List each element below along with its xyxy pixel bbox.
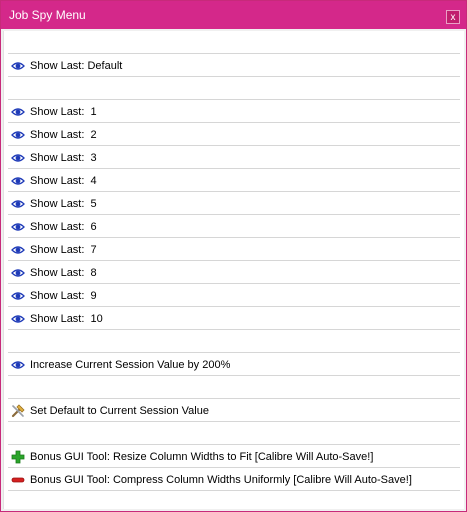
separator bbox=[8, 329, 460, 330]
eye-icon bbox=[10, 242, 26, 258]
menu-item-show-last-3[interactable]: Show Last: 3 bbox=[8, 147, 460, 169]
separator bbox=[8, 283, 460, 284]
separator bbox=[8, 375, 460, 376]
menu-item-label: Show Last: Default bbox=[30, 60, 123, 72]
menu-item-show-last-4[interactable]: Show Last: 4 bbox=[8, 170, 460, 192]
menu-item-set-default[interactable]: Set Default to Current Session Value bbox=[8, 400, 460, 422]
menu-item-bonus-resize-columns[interactable]: Bonus GUI Tool: Resize Column Widths to … bbox=[8, 446, 460, 468]
separator bbox=[8, 444, 460, 445]
menu-item-label: Show Last: 9 bbox=[30, 290, 97, 302]
menu-item-label: Bonus GUI Tool: Compress Column Widths U… bbox=[30, 474, 412, 486]
menu-item-show-last-7[interactable]: Show Last: 7 bbox=[8, 239, 460, 261]
eye-icon bbox=[10, 150, 26, 166]
menu-item-show-last-2[interactable]: Show Last: 2 bbox=[8, 124, 460, 146]
separator bbox=[8, 306, 460, 307]
menu-item-label: Show Last: 1 bbox=[30, 106, 97, 118]
job-spy-window: Job Spy Menu x Show Last: Default Show L… bbox=[0, 0, 467, 512]
separator bbox=[8, 214, 460, 215]
title-bar: Job Spy Menu x bbox=[1, 1, 466, 29]
separator bbox=[8, 260, 460, 261]
separator bbox=[8, 467, 460, 468]
separator bbox=[8, 398, 460, 399]
menu-item-label: Show Last: 10 bbox=[30, 313, 103, 325]
menu-item-label: Show Last: 3 bbox=[30, 152, 97, 164]
menu-item-show-last-10[interactable]: Show Last: 10 bbox=[8, 308, 460, 330]
eye-icon bbox=[10, 357, 26, 373]
menu-item-show-last-9[interactable]: Show Last: 9 bbox=[8, 285, 460, 307]
menu-item-label: Show Last: 7 bbox=[30, 244, 97, 256]
menu-item-show-last-8[interactable]: Show Last: 8 bbox=[8, 262, 460, 284]
separator bbox=[8, 237, 460, 238]
eye-icon bbox=[10, 127, 26, 143]
separator bbox=[8, 352, 460, 353]
separator bbox=[8, 421, 460, 422]
menu-panel: Show Last: Default Show Last: 1 Show Last… bbox=[3, 31, 464, 509]
eye-icon bbox=[10, 196, 26, 212]
menu-item-label: Show Last: 8 bbox=[30, 267, 97, 279]
menu-item-show-last-6[interactable]: Show Last: 6 bbox=[8, 216, 460, 238]
eye-icon bbox=[10, 173, 26, 189]
menu-item-label: Set Default to Current Session Value bbox=[30, 405, 209, 417]
eye-icon bbox=[10, 311, 26, 327]
menu-item-label: Increase Current Session Value by 200% bbox=[30, 359, 231, 371]
menu-item-show-last-1[interactable]: Show Last: 1 bbox=[8, 101, 460, 123]
eye-icon bbox=[10, 104, 26, 120]
menu-item-bonus-compress-columns[interactable]: Bonus GUI Tool: Compress Column Widths U… bbox=[8, 469, 460, 491]
separator bbox=[8, 53, 460, 54]
plus-icon bbox=[10, 449, 26, 465]
separator bbox=[8, 490, 460, 491]
menu-item-label: Show Last: 5 bbox=[30, 198, 97, 210]
eye-icon bbox=[10, 288, 26, 304]
menu-item-label: Bonus GUI Tool: Resize Column Widths to … bbox=[30, 451, 374, 463]
minus-icon bbox=[10, 472, 26, 488]
menu-item-label: Show Last: 4 bbox=[30, 175, 97, 187]
eye-icon bbox=[10, 219, 26, 235]
menu-item-label: Show Last: 2 bbox=[30, 129, 97, 141]
separator bbox=[8, 168, 460, 169]
eye-icon bbox=[10, 265, 26, 281]
menu-item-show-last-5[interactable]: Show Last: 5 bbox=[8, 193, 460, 215]
menu-item-label: Show Last: 6 bbox=[30, 221, 97, 233]
tools-icon bbox=[10, 403, 26, 419]
separator bbox=[8, 76, 460, 77]
eye-icon bbox=[10, 58, 26, 74]
separator bbox=[8, 99, 460, 100]
window-title: Job Spy Menu bbox=[9, 8, 86, 22]
separator bbox=[8, 145, 460, 146]
menu-item-increase-session-value[interactable]: Increase Current Session Value by 200% bbox=[8, 354, 460, 376]
close-button[interactable]: x bbox=[446, 10, 460, 24]
separator bbox=[8, 191, 460, 192]
menu-item-show-last-default[interactable]: Show Last: Default bbox=[8, 55, 460, 77]
separator bbox=[8, 122, 460, 123]
